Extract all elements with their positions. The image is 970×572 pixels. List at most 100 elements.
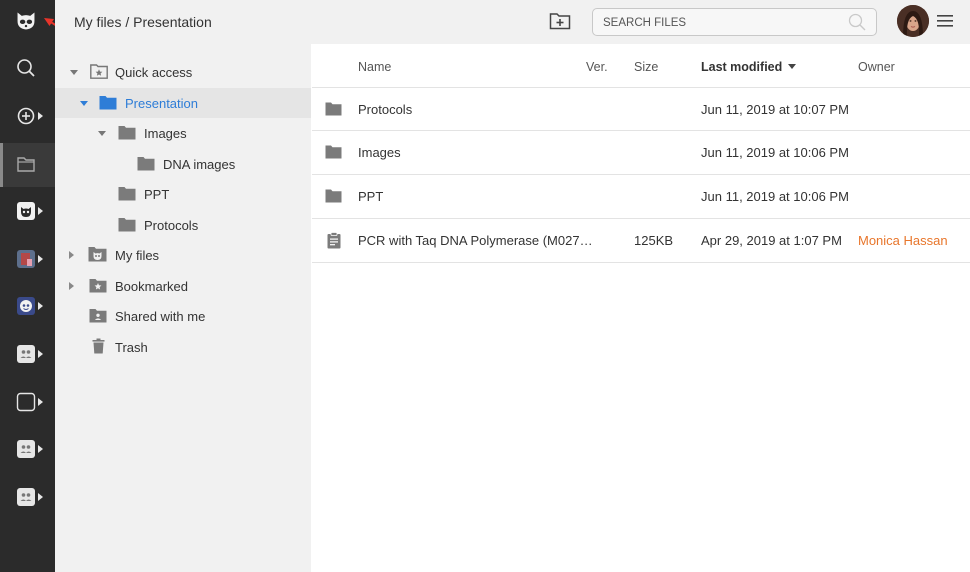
expand-toggle-icon[interactable] [70,70,78,75]
app-rail [0,0,55,572]
rail-team-5[interactable] [0,381,55,425]
tree-item-images[interactable]: Images [55,118,311,148]
chevron-right-icon [38,112,43,120]
tree-item-presentation[interactable]: Presentation [55,88,311,118]
file-modified: Jun 11, 2019 at 10:07 PM [701,102,849,117]
rail-team-7[interactable] [0,476,55,520]
tree-item-label: My files [115,248,160,263]
table-row[interactable]: PCR with Taq DNA Polymerase (M027… 125KB… [312,219,970,263]
sort-descending-icon [788,64,797,69]
folder-icon [325,102,342,119]
chevron-right-icon [38,302,43,310]
team-avatar-icon [15,438,37,460]
column-header-last-modified[interactable]: Last modified [701,60,797,74]
folder-icon [137,156,155,174]
search-icon [15,57,37,79]
folder-plus-icon [549,13,571,35]
file-name: PPT [358,189,384,204]
hamburger-icon [937,15,953,32]
rail-search-button[interactable] [0,47,55,91]
menu-button[interactable] [937,14,953,28]
tree-item-label: Images [144,126,187,141]
folder-icon [15,153,37,175]
star-folder-icon [90,63,108,82]
tree-item-label: Trash [115,340,148,355]
search-icon[interactable] [848,13,866,36]
search-box [592,8,877,36]
folder-icon [325,189,342,206]
table-row[interactable]: PPT Jun 11, 2019 at 10:06 PM [312,175,970,219]
tree-item-quick-access[interactable]: Quick access [55,57,311,87]
tree-item-my-files[interactable]: My files [55,240,311,270]
column-header-owner[interactable]: Owner [858,60,895,74]
file-name: Protocols [358,102,413,117]
chevron-right-icon [38,207,43,215]
team-avatar-icon [15,486,37,508]
shared-folder-icon [89,308,107,326]
team-avatar-icon [15,295,37,317]
team-avatar-icon [15,248,37,270]
chevron-right-icon [38,255,43,263]
tree-item-protocols[interactable]: Protocols [55,210,311,240]
add-circle-icon [15,105,37,127]
rail-team-2[interactable] [0,238,55,282]
rail-team-4[interactable] [0,333,55,377]
star-folder-icon [89,278,107,296]
tree-item-label: PPT [144,187,170,202]
tree-item-trash[interactable]: Trash [55,332,311,362]
tree-item-label: Shared with me [115,309,206,324]
file-modified: Jun 11, 2019 at 10:06 PM [701,189,849,204]
table-row[interactable]: Protocols Jun 11, 2019 at 10:07 PM [312,87,970,131]
column-header-label: Last modified [701,60,783,74]
file-list: Name Ver. Size Last modified Owner Proto… [312,44,970,572]
team-avatar-icon [15,200,37,222]
table-row[interactable]: Images Jun 11, 2019 at 10:06 PM [312,131,970,175]
top-bar: My files / Presentation [55,0,970,44]
chevron-right-icon [38,445,43,453]
rail-team-3[interactable] [0,285,55,329]
tree-item-bookmarked[interactable]: Bookmarked [55,271,311,301]
rail-team-1[interactable] [0,190,55,234]
chevron-right-icon [38,398,43,406]
breadcrumb[interactable]: My files / Presentation [74,14,212,30]
new-folder-button[interactable] [549,11,571,31]
file-modified: Jun 11, 2019 at 10:06 PM [701,145,849,160]
user-avatar[interactable] [897,5,929,37]
file-modified: Apr 29, 2019 at 1:07 PM [701,233,842,248]
folder-icon [325,145,342,162]
folder-icon [99,95,117,113]
tree-item-shared-with-me[interactable]: Shared with me [55,301,311,331]
file-size: 125KB [634,233,674,248]
column-header-size[interactable]: Size [634,60,658,74]
tree-item-label: DNA images [163,157,236,172]
rail-add-button[interactable] [0,95,55,139]
folder-icon [118,217,136,235]
search-input[interactable] [603,14,833,31]
folder-icon [118,186,136,204]
raccoon-logo-icon [15,10,37,32]
chevron-right-icon [38,350,43,358]
trash-icon [92,338,105,357]
tree-item-ppt[interactable]: PPT [55,179,311,209]
tree-item-label: Presentation [125,96,198,111]
team-avatar-icon [15,343,37,365]
raccoon-folder-icon [88,246,107,265]
file-owner[interactable]: Monica Hassan [858,233,948,248]
rail-files-button[interactable] [0,143,55,187]
rail-team-6[interactable] [0,428,55,472]
file-name: Images [358,145,401,160]
expand-toggle-icon[interactable] [80,101,88,106]
tree-item-label: Bookmarked [115,279,188,294]
expand-toggle-icon[interactable] [98,131,106,136]
folder-tree: Quick access Presentation Images DNA ima… [55,44,311,572]
folder-icon [118,125,136,143]
document-icon [327,232,341,252]
tree-item-label: Protocols [144,218,199,233]
expand-toggle-icon[interactable] [69,282,74,290]
tree-item-dna-images[interactable]: DNA images [55,149,311,179]
file-name: PCR with Taq DNA Polymerase (M027… [358,233,593,248]
column-header-version[interactable]: Ver. [586,60,608,74]
expand-toggle-icon[interactable] [69,251,74,259]
tree-item-label: Quick access [115,65,193,80]
column-header-name[interactable]: Name [358,60,391,74]
